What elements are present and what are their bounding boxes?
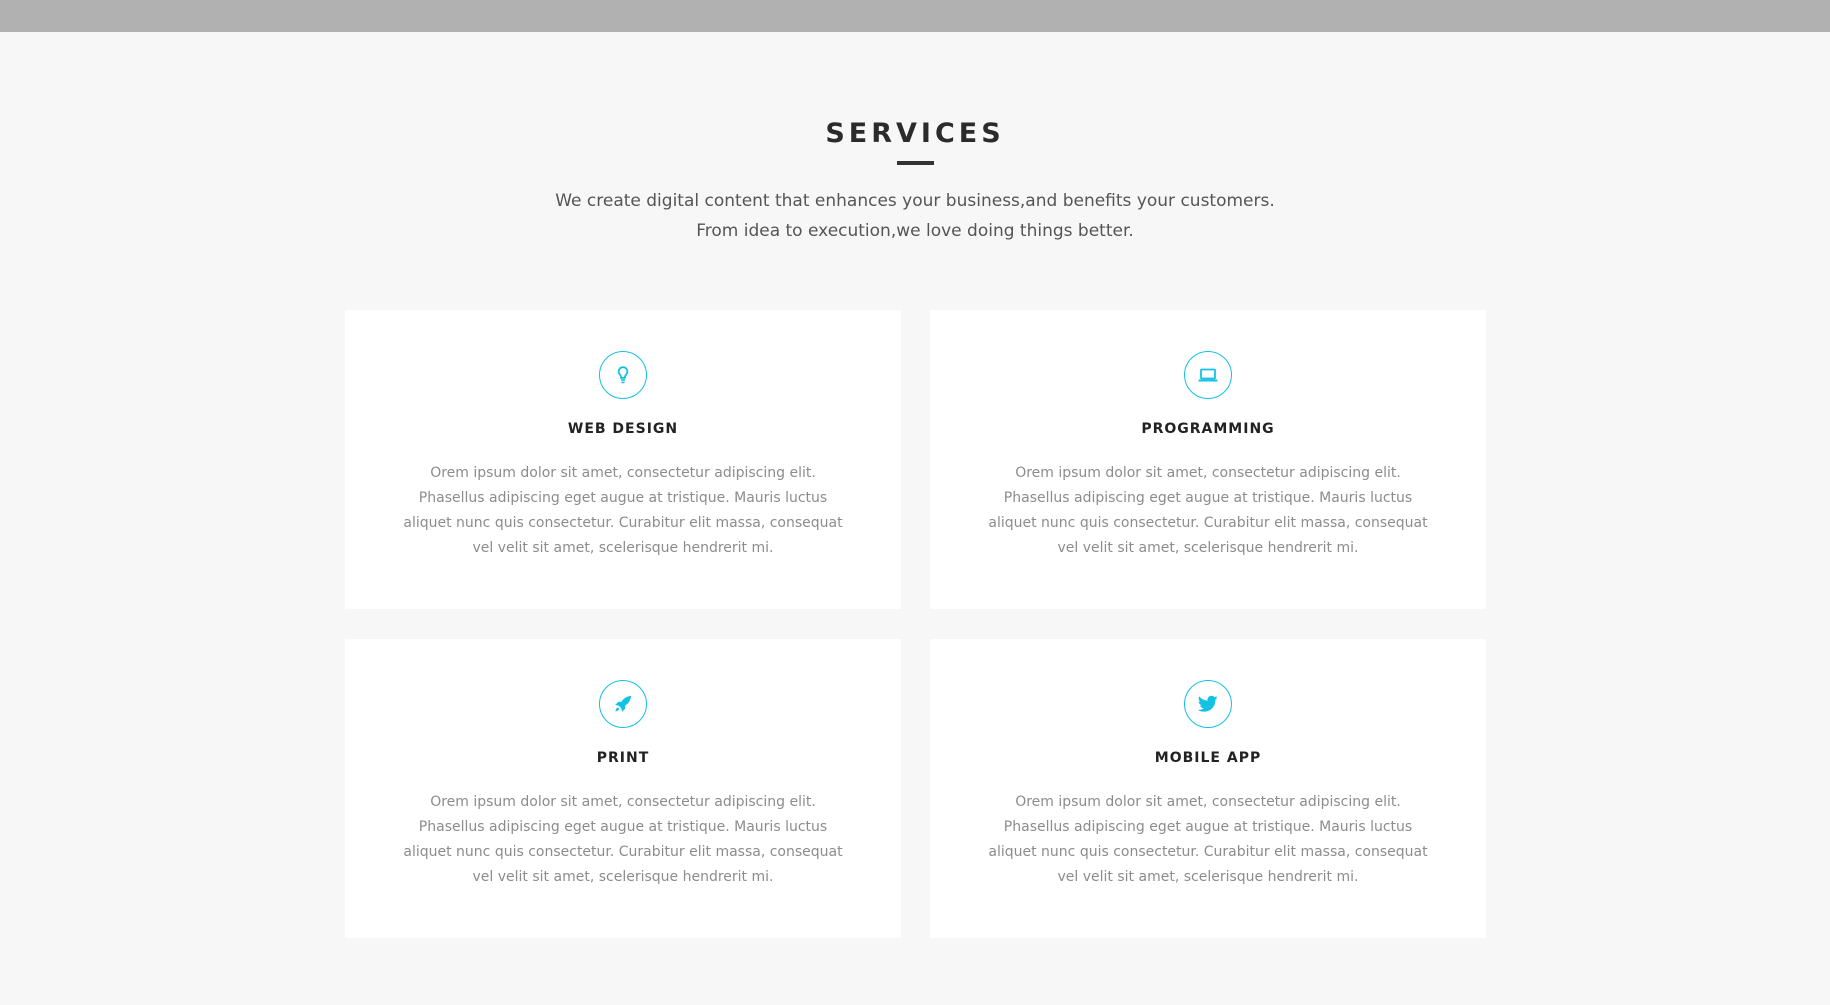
twitter-icon (1184, 680, 1232, 728)
service-card-print: PRINT Orem ipsum dolor sit amet, consect… (345, 639, 901, 938)
service-description: Orem ipsum dolor sit amet, consectetur a… (988, 794, 1428, 885)
section-subtitle: We create digital content that enhances … (555, 191, 1275, 241)
service-card-programming: PROGRAMMING Orem ipsum dolor sit amet, c… (930, 310, 1486, 609)
service-description: Orem ipsum dolor sit amet, consectetur a… (403, 794, 843, 885)
lightbulb-icon (599, 351, 647, 399)
rocket-icon (599, 680, 647, 728)
services-grid: WEB DESIGN Orem ipsum dolor sit amet, co… (345, 310, 1486, 938)
service-title: PRINT (596, 750, 650, 766)
top-bar (0, 0, 1830, 32)
service-title: WEB DESIGN (567, 421, 679, 437)
section-title: SERVICES (825, 118, 1005, 149)
title-divider (897, 161, 934, 165)
service-card-web-design: WEB DESIGN Orem ipsum dolor sit amet, co… (345, 310, 901, 609)
service-description: Orem ipsum dolor sit amet, consectetur a… (403, 465, 843, 556)
laptop-icon (1184, 351, 1232, 399)
service-description: Orem ipsum dolor sit amet, consectetur a… (988, 465, 1428, 556)
service-title: MOBILE APP (1154, 750, 1262, 766)
service-card-mobile-app: MOBILE APP Orem ipsum dolor sit amet, co… (930, 639, 1486, 938)
service-title: PROGRAMMING (1141, 421, 1275, 437)
